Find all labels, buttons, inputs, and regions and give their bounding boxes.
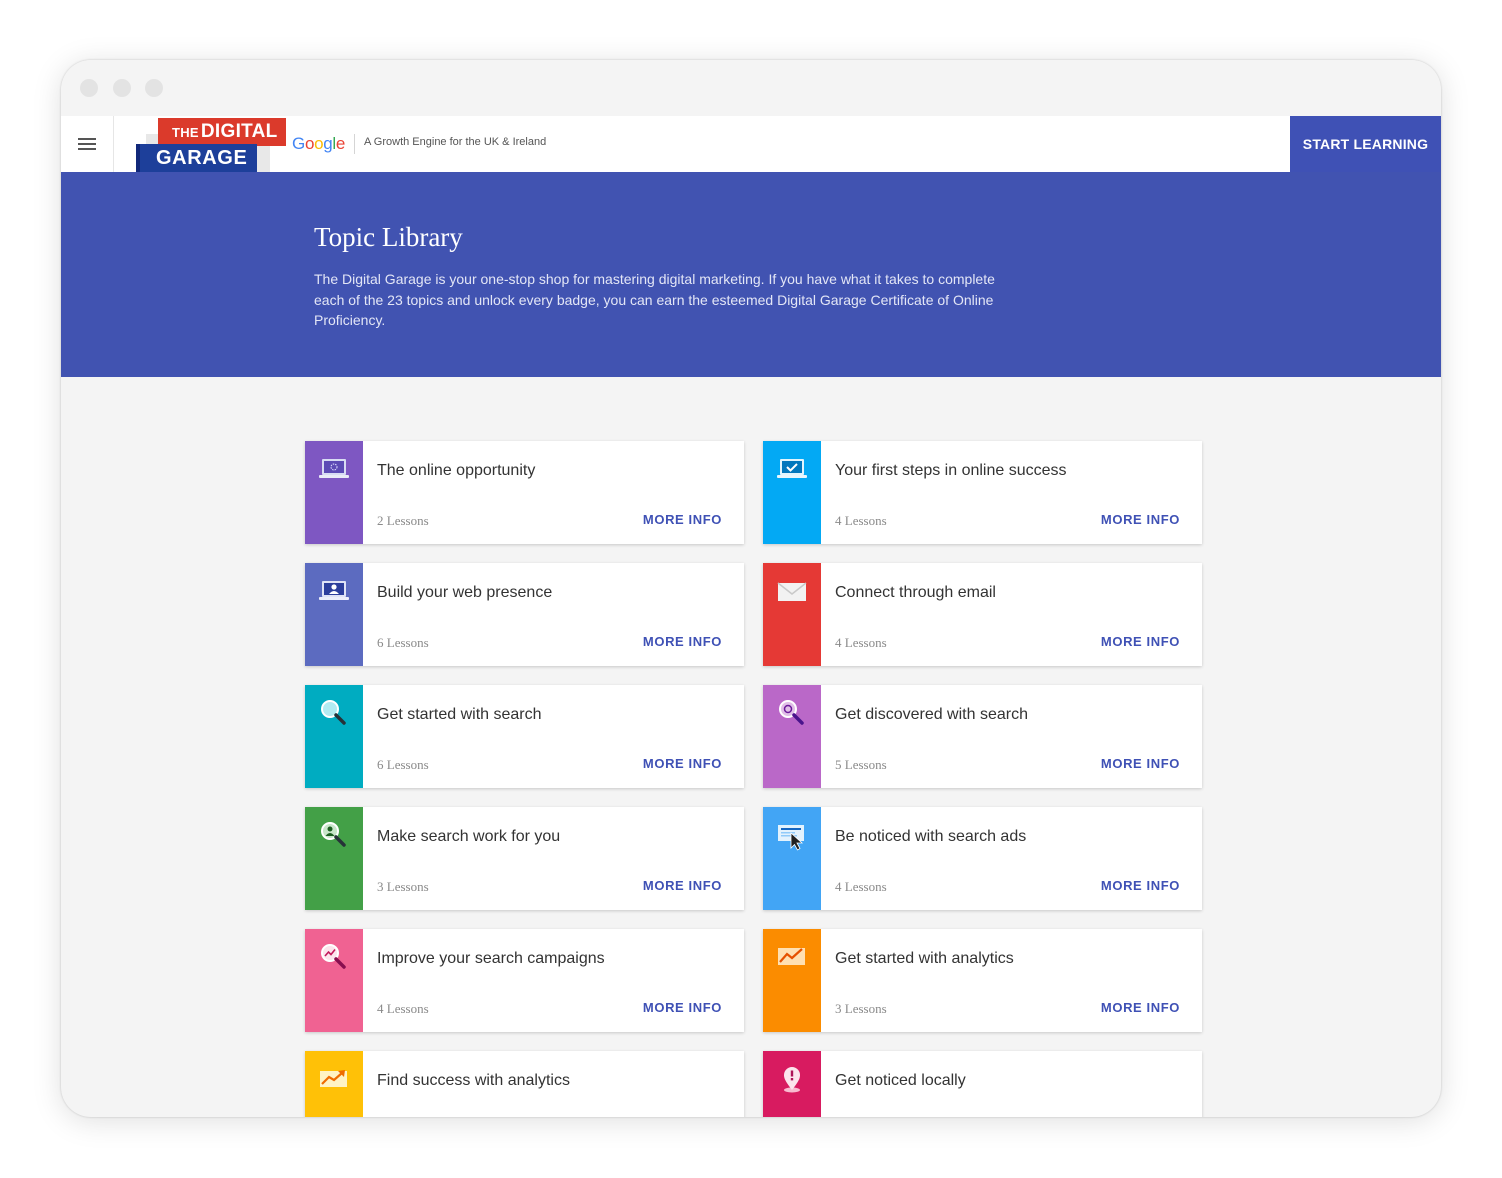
more-info-link[interactable]: MORE INFO <box>1101 756 1180 771</box>
topic-lesson-count: 4 Lessons <box>835 513 887 528</box>
topic-card[interactable]: The online opportunity 2 Lessons MORE IN… <box>305 441 744 544</box>
site-header: THE DIGITAL GARAGE Google A Growth Engine… <box>61 116 1441 173</box>
topic-lesson-count: 6 Lessons <box>377 635 429 650</box>
hero-banner: Topic Library The Digital Garage is your… <box>61 172 1441 377</box>
more-info-link[interactable]: MORE INFO <box>1101 878 1180 893</box>
topic-card[interactable]: Get started with analytics 3 Lessons MOR… <box>763 929 1202 1032</box>
topic-lesson-count: 4 Lessons <box>835 879 887 894</box>
topic-title: Get noticed locally <box>835 1072 966 1089</box>
topic-title: The online opportunity <box>377 462 536 479</box>
more-info-link[interactable]: MORE INFO <box>643 512 722 527</box>
header-divider <box>354 134 355 154</box>
more-info-link[interactable]: MORE INFO <box>1101 512 1180 527</box>
laptop-user-icon <box>319 581 349 600</box>
topic-card[interactable]: Get discovered with search 5 Lessons MOR… <box>763 685 1202 788</box>
google-logo[interactable]: Google <box>292 134 345 154</box>
more-info-link[interactable]: MORE INFO <box>643 1000 722 1015</box>
envelope-icon <box>777 582 807 601</box>
topic-title: Improve your search campaigns <box>377 950 605 967</box>
topic-title: Make search work for you <box>377 828 561 845</box>
magnifier-person-icon <box>321 822 346 847</box>
logo-top-word: THE DIGITAL <box>158 118 286 146</box>
logo-bottom-word: GARAGE <box>136 144 258 172</box>
topic-lesson-count: 5 Lessons <box>835 757 887 772</box>
digital-garage-logo[interactable]: THE DIGITAL GARAGE <box>136 116 286 172</box>
magnifier-icon <box>321 700 346 725</box>
more-info-link[interactable]: MORE INFO <box>1101 634 1180 649</box>
more-info-link[interactable]: MORE INFO <box>643 634 722 649</box>
window-minimize-dot[interactable] <box>113 79 131 97</box>
hero-description: The Digital Garage is your one-stop shop… <box>314 271 995 328</box>
topic-lesson-count: 3 Lessons <box>377 879 429 894</box>
laptop-icon <box>319 459 349 478</box>
topic-card[interactable]: Your first steps in online success 4 Les… <box>763 441 1202 544</box>
topic-lesson-count: 2 Lessons <box>377 513 429 528</box>
trend-chart-icon <box>778 948 805 965</box>
page-title: Topic Library <box>314 222 463 252</box>
magnifier-target-icon <box>779 700 804 725</box>
topic-card[interactable]: Build your web presence 6 Lessons MORE I… <box>305 563 744 666</box>
topic-card[interactable]: Get started with search 6 Lessons MORE I… <box>305 685 744 788</box>
topic-card[interactable]: Improve your search campaigns 4 Lessons … <box>305 929 744 1032</box>
topic-card[interactable]: Get noticed locally <box>763 1051 1202 1117</box>
ad-cursor-icon <box>778 825 804 851</box>
browser-window: THE DIGITAL GARAGE Google A Growth Engine… <box>61 60 1441 1117</box>
laptop-check-icon <box>777 459 807 478</box>
topic-title: Your first steps in online success <box>835 462 1067 479</box>
topic-lesson-count: 3 Lessons <box>835 1001 887 1016</box>
trend-arrow-icon <box>320 1070 347 1087</box>
topic-card[interactable]: Be noticed with search ads 4 Lessons MOR… <box>763 807 1202 910</box>
more-info-link[interactable]: MORE INFO <box>643 756 722 771</box>
hamburger-menu-icon <box>78 138 96 150</box>
topic-title: Get discovered with search <box>835 706 1028 723</box>
topic-title: Build your web presence <box>377 584 553 601</box>
map-pin-icon <box>784 1067 800 1093</box>
topic-title: Be noticed with search ads <box>835 828 1027 845</box>
window-maximize-dot[interactable] <box>145 79 163 97</box>
window-close-dot[interactable] <box>80 79 98 97</box>
more-info-link[interactable]: MORE INFO <box>643 878 722 893</box>
more-info-link[interactable]: MORE INFO <box>1101 1000 1180 1015</box>
topic-title: Find success with analytics <box>377 1072 570 1089</box>
topic-card[interactable]: Find success with analytics <box>305 1051 744 1117</box>
topic-lesson-count: 4 Lessons <box>377 1001 429 1016</box>
topic-card[interactable]: Make search work for you 3 Lessons MORE … <box>305 807 744 910</box>
topic-title: Get started with search <box>377 706 542 723</box>
magnifier-chart-icon <box>321 944 346 969</box>
header-tagline: A Growth Engine for the UK & Ireland <box>364 136 547 148</box>
start-learning-button[interactable]: START LEARNING <box>1290 116 1441 172</box>
window-titlebar <box>61 60 1441 116</box>
topic-card[interactable]: Connect through email 4 Lessons MORE INF… <box>763 563 1202 666</box>
hamburger-menu-button[interactable] <box>61 116 114 172</box>
topic-lesson-count: 6 Lessons <box>377 757 429 772</box>
topic-lesson-count: 4 Lessons <box>835 635 887 650</box>
topic-title: Connect through email <box>835 584 996 601</box>
topic-title: Get started with analytics <box>835 950 1014 967</box>
